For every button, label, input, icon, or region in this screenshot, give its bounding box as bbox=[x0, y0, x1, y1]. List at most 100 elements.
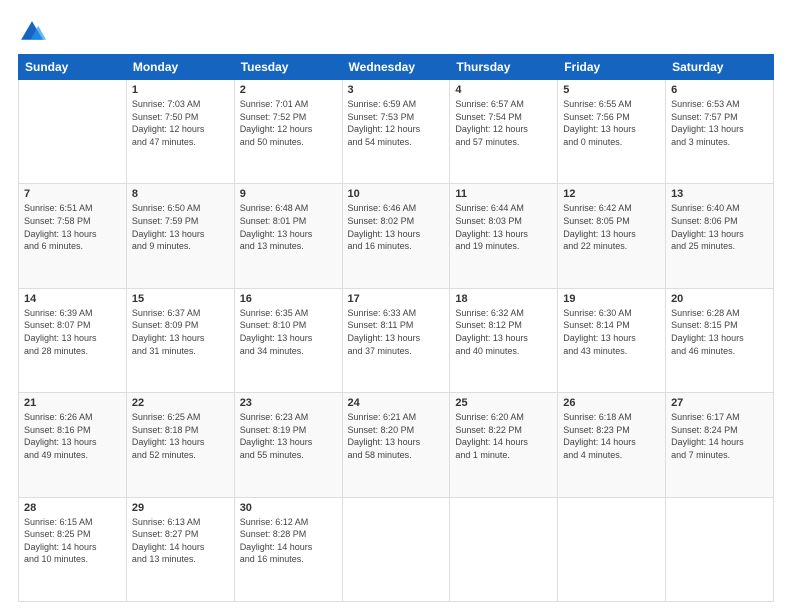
day-number: 20 bbox=[671, 293, 768, 305]
calendar-cell: 22 Sunrise: 6:25 AMSunset: 8:18 PMDayligh… bbox=[126, 393, 234, 497]
day-info: Sunrise: 6:35 AMSunset: 8:10 PMDaylight:… bbox=[240, 307, 337, 357]
page-header bbox=[18, 18, 774, 46]
day-number: 9 bbox=[240, 188, 337, 200]
column-header-monday: Monday bbox=[126, 55, 234, 80]
calendar-table: SundayMondayTuesdayWednesdayThursdayFrid… bbox=[18, 54, 774, 602]
calendar-cell: 9 Sunrise: 6:48 AMSunset: 8:01 PMDaylight… bbox=[234, 184, 342, 288]
day-number: 27 bbox=[671, 397, 768, 409]
column-header-tuesday: Tuesday bbox=[234, 55, 342, 80]
day-number: 7 bbox=[24, 188, 121, 200]
calendar-cell: 6 Sunrise: 6:53 AMSunset: 7:57 PMDaylight… bbox=[666, 80, 774, 184]
calendar-cell bbox=[19, 80, 127, 184]
day-info: Sunrise: 6:48 AMSunset: 8:01 PMDaylight:… bbox=[240, 202, 337, 252]
column-header-wednesday: Wednesday bbox=[342, 55, 450, 80]
day-info: Sunrise: 6:44 AMSunset: 8:03 PMDaylight:… bbox=[455, 202, 552, 252]
day-number: 6 bbox=[671, 84, 768, 96]
day-info: Sunrise: 6:12 AMSunset: 8:28 PMDaylight:… bbox=[240, 516, 337, 566]
day-number: 30 bbox=[240, 502, 337, 514]
calendar-cell: 14 Sunrise: 6:39 AMSunset: 8:07 PMDayligh… bbox=[19, 288, 127, 392]
day-info: Sunrise: 6:25 AMSunset: 8:18 PMDaylight:… bbox=[132, 411, 229, 461]
day-info: Sunrise: 6:40 AMSunset: 8:06 PMDaylight:… bbox=[671, 202, 768, 252]
day-info: Sunrise: 6:26 AMSunset: 8:16 PMDaylight:… bbox=[24, 411, 121, 461]
day-number: 22 bbox=[132, 397, 229, 409]
day-info: Sunrise: 6:39 AMSunset: 8:07 PMDaylight:… bbox=[24, 307, 121, 357]
calendar-cell bbox=[342, 497, 450, 601]
column-header-friday: Friday bbox=[558, 55, 666, 80]
day-info: Sunrise: 6:23 AMSunset: 8:19 PMDaylight:… bbox=[240, 411, 337, 461]
day-number: 5 bbox=[563, 84, 660, 96]
calendar-cell: 16 Sunrise: 6:35 AMSunset: 8:10 PMDayligh… bbox=[234, 288, 342, 392]
day-info: Sunrise: 6:46 AMSunset: 8:02 PMDaylight:… bbox=[348, 202, 445, 252]
day-number: 24 bbox=[348, 397, 445, 409]
day-info: Sunrise: 6:42 AMSunset: 8:05 PMDaylight:… bbox=[563, 202, 660, 252]
calendar-cell: 19 Sunrise: 6:30 AMSunset: 8:14 PMDayligh… bbox=[558, 288, 666, 392]
day-number: 15 bbox=[132, 293, 229, 305]
calendar-cell: 1 Sunrise: 7:03 AMSunset: 7:50 PMDaylight… bbox=[126, 80, 234, 184]
day-number: 29 bbox=[132, 502, 229, 514]
day-info: Sunrise: 6:13 AMSunset: 8:27 PMDaylight:… bbox=[132, 516, 229, 566]
calendar-cell: 5 Sunrise: 6:55 AMSunset: 7:56 PMDaylight… bbox=[558, 80, 666, 184]
calendar-cell bbox=[558, 497, 666, 601]
calendar-cell: 10 Sunrise: 6:46 AMSunset: 8:02 PMDayligh… bbox=[342, 184, 450, 288]
day-number: 17 bbox=[348, 293, 445, 305]
calendar-cell: 20 Sunrise: 6:28 AMSunset: 8:15 PMDayligh… bbox=[666, 288, 774, 392]
calendar-cell: 23 Sunrise: 6:23 AMSunset: 8:19 PMDayligh… bbox=[234, 393, 342, 497]
day-info: Sunrise: 6:53 AMSunset: 7:57 PMDaylight:… bbox=[671, 98, 768, 148]
day-info: Sunrise: 6:50 AMSunset: 7:59 PMDaylight:… bbox=[132, 202, 229, 252]
calendar-cell: 30 Sunrise: 6:12 AMSunset: 8:28 PMDayligh… bbox=[234, 497, 342, 601]
day-info: Sunrise: 6:18 AMSunset: 8:23 PMDaylight:… bbox=[563, 411, 660, 461]
calendar-cell: 4 Sunrise: 6:57 AMSunset: 7:54 PMDaylight… bbox=[450, 80, 558, 184]
day-number: 19 bbox=[563, 293, 660, 305]
day-number: 8 bbox=[132, 188, 229, 200]
calendar-cell bbox=[450, 497, 558, 601]
calendar-cell: 13 Sunrise: 6:40 AMSunset: 8:06 PMDayligh… bbox=[666, 184, 774, 288]
column-header-sunday: Sunday bbox=[19, 55, 127, 80]
day-number: 18 bbox=[455, 293, 552, 305]
day-info: Sunrise: 6:55 AMSunset: 7:56 PMDaylight:… bbox=[563, 98, 660, 148]
day-number: 10 bbox=[348, 188, 445, 200]
day-info: Sunrise: 6:21 AMSunset: 8:20 PMDaylight:… bbox=[348, 411, 445, 461]
day-info: Sunrise: 7:03 AMSunset: 7:50 PMDaylight:… bbox=[132, 98, 229, 148]
calendar-cell: 28 Sunrise: 6:15 AMSunset: 8:25 PMDayligh… bbox=[19, 497, 127, 601]
column-header-thursday: Thursday bbox=[450, 55, 558, 80]
calendar-cell: 2 Sunrise: 7:01 AMSunset: 7:52 PMDaylight… bbox=[234, 80, 342, 184]
day-number: 11 bbox=[455, 188, 552, 200]
day-number: 1 bbox=[132, 84, 229, 96]
column-header-saturday: Saturday bbox=[666, 55, 774, 80]
day-number: 21 bbox=[24, 397, 121, 409]
logo bbox=[18, 18, 50, 46]
day-number: 23 bbox=[240, 397, 337, 409]
calendar-cell: 12Sunrise: 6:42 AMSunset: 8:05 PMDayligh… bbox=[558, 184, 666, 288]
day-number: 25 bbox=[455, 397, 552, 409]
calendar-cell bbox=[666, 497, 774, 601]
day-info: Sunrise: 6:28 AMSunset: 8:15 PMDaylight:… bbox=[671, 307, 768, 357]
day-number: 13 bbox=[671, 188, 768, 200]
day-number: 3 bbox=[348, 84, 445, 96]
calendar-cell: 25 Sunrise: 6:20 AMSunset: 8:22 PMDayligh… bbox=[450, 393, 558, 497]
day-number: 4 bbox=[455, 84, 552, 96]
calendar-cell: 7 Sunrise: 6:51 AMSunset: 7:58 PMDaylight… bbox=[19, 184, 127, 288]
calendar-cell: 26Sunrise: 6:18 AMSunset: 8:23 PMDayligh… bbox=[558, 393, 666, 497]
day-info: Sunrise: 6:20 AMSunset: 8:22 PMDaylight:… bbox=[455, 411, 552, 461]
calendar-cell: 11 Sunrise: 6:44 AMSunset: 8:03 PMDayligh… bbox=[450, 184, 558, 288]
calendar-cell: 17 Sunrise: 6:33 AMSunset: 8:11 PMDayligh… bbox=[342, 288, 450, 392]
day-info: Sunrise: 6:33 AMSunset: 8:11 PMDaylight:… bbox=[348, 307, 445, 357]
day-info: Sunrise: 6:59 AMSunset: 7:53 PMDaylight:… bbox=[348, 98, 445, 148]
day-number: 16 bbox=[240, 293, 337, 305]
day-info: Sunrise: 7:01 AMSunset: 7:52 PMDaylight:… bbox=[240, 98, 337, 148]
day-info: Sunrise: 6:37 AMSunset: 8:09 PMDaylight:… bbox=[132, 307, 229, 357]
day-info: Sunrise: 6:51 AMSunset: 7:58 PMDaylight:… bbox=[24, 202, 121, 252]
calendar-cell: 18Sunrise: 6:32 AMSunset: 8:12 PMDayligh… bbox=[450, 288, 558, 392]
calendar-cell: 3 Sunrise: 6:59 AMSunset: 7:53 PMDaylight… bbox=[342, 80, 450, 184]
calendar-cell: 24 Sunrise: 6:21 AMSunset: 8:20 PMDayligh… bbox=[342, 393, 450, 497]
day-info: Sunrise: 6:15 AMSunset: 8:25 PMDaylight:… bbox=[24, 516, 121, 566]
calendar-cell: 8 Sunrise: 6:50 AMSunset: 7:59 PMDaylight… bbox=[126, 184, 234, 288]
day-number: 14 bbox=[24, 293, 121, 305]
day-info: Sunrise: 6:57 AMSunset: 7:54 PMDaylight:… bbox=[455, 98, 552, 148]
day-number: 2 bbox=[240, 84, 337, 96]
logo-icon bbox=[18, 18, 46, 46]
calendar-cell: 27Sunrise: 6:17 AMSunset: 8:24 PMDayligh… bbox=[666, 393, 774, 497]
day-number: 28 bbox=[24, 502, 121, 514]
calendar-cell: 21 Sunrise: 6:26 AMSunset: 8:16 PMDayligh… bbox=[19, 393, 127, 497]
day-info: Sunrise: 6:30 AMSunset: 8:14 PMDaylight:… bbox=[563, 307, 660, 357]
